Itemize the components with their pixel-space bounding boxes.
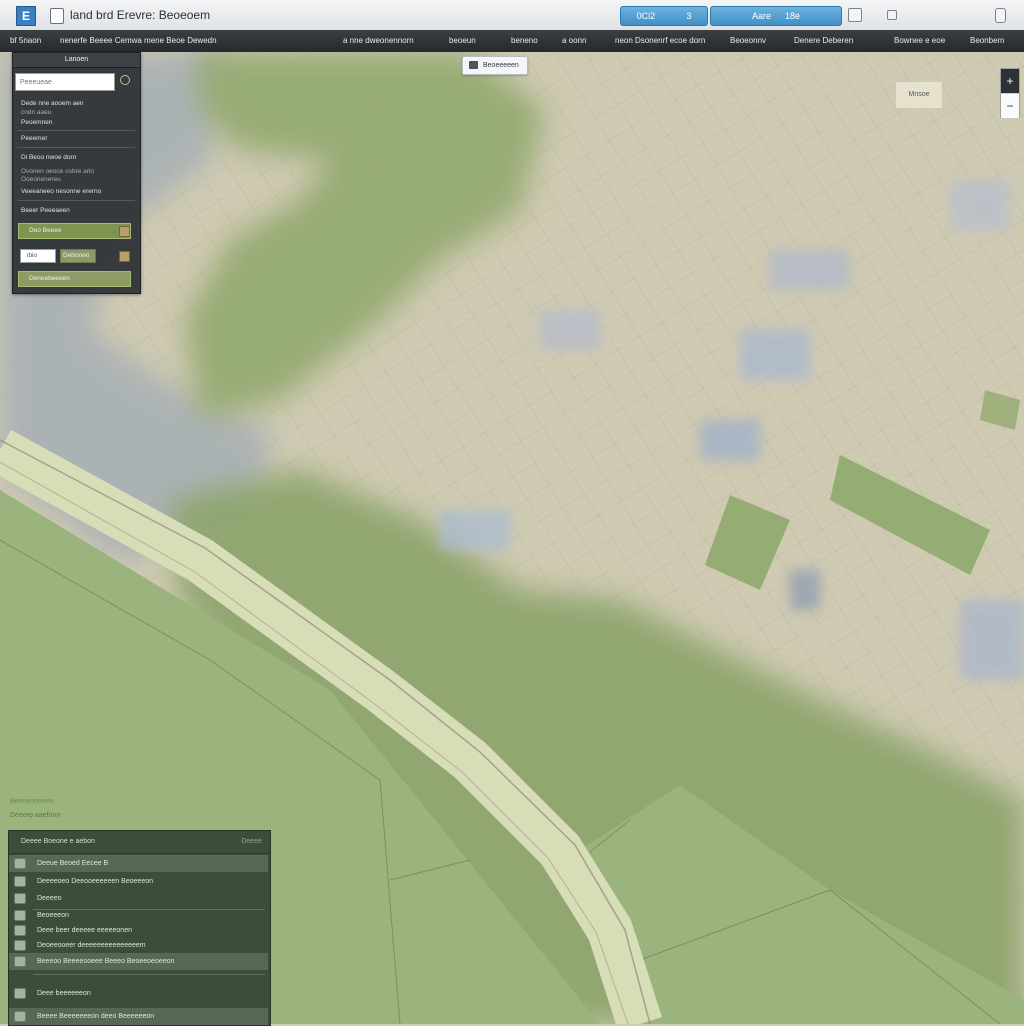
menu-item-10[interactable]: Bownee e eoe (894, 30, 945, 52)
map-info-chip-label: Beoeeeeen (483, 62, 519, 69)
toolbar-button-secondary[interactable]: Aare 18e (710, 6, 842, 26)
zoom-control: + − (1000, 68, 1020, 118)
result-row-label: Deeeeo (37, 895, 62, 902)
opacity-input[interactable]: ibio (20, 249, 56, 263)
layer-panel-title: Lanoen (13, 53, 140, 68)
toolbar-button-primary-count: 3 (686, 11, 692, 21)
layer-row[interactable]: Veeeaneeo nesonne ererno (21, 188, 101, 195)
menu-item-3[interactable]: a nne dweonennorn (343, 30, 414, 52)
layer-search-input[interactable] (15, 73, 115, 91)
divider (17, 200, 135, 201)
layer-row[interactable]: cndn aaeu (21, 109, 51, 116)
menu-item-1[interactable]: bf 5naon (10, 30, 41, 52)
result-row-label: Deeeeoeo Deeooeeeeeen Beoeeeon (37, 878, 153, 885)
layer-tag[interactable]: Deboneo (60, 249, 96, 263)
layer-row[interactable]: Dede nne aooem aen (21, 100, 84, 107)
menu-item-11[interactable]: Beonbem (970, 30, 1004, 52)
page-icon[interactable] (887, 10, 897, 20)
grid-icon[interactable] (848, 8, 862, 22)
place-icon (14, 925, 26, 936)
results-panel-title: Deeee Boeone e aebon (21, 838, 95, 845)
result-row[interactable]: Deoeeooeer deeeeeeeeeeeeeeem (9, 937, 268, 954)
layer-toggle-active[interactable]: Deo Beeee (18, 223, 131, 239)
zoom-out-button[interactable]: − (1001, 93, 1019, 118)
layers-icon (469, 61, 478, 69)
divider (33, 974, 265, 975)
layer-row[interactable]: Ovonen oeoce osbre arlo (21, 168, 94, 175)
place-icon (14, 858, 26, 869)
result-row[interactable]: Deeeeo (9, 890, 268, 907)
menu-item-7[interactable]: neon Dsonenrf ecoe dorn (615, 30, 705, 52)
toolbar-button-primary-label: 0Ci2 (636, 11, 656, 21)
layer-row[interactable]: Peeemer (21, 135, 47, 142)
menu-item-9[interactable]: Denere Deberen (794, 30, 853, 52)
toolbar-button-secondary-value: 18e (784, 11, 801, 21)
map-info-chip[interactable]: Beoeeeeen (462, 56, 528, 75)
result-row[interactable]: Deeeeoeo Deeooeeeeeen Beoeeeon (9, 873, 268, 890)
result-row[interactable]: Beeee Beeeeeeeon deeo Beeeeeeon (9, 1008, 268, 1025)
layer-row[interactable]: Di Beoo nwoe dorn (21, 154, 76, 161)
place-icon (14, 956, 26, 967)
menu-item-8[interactable]: Beoeonnv (730, 30, 766, 52)
menu-item-4[interactable]: beoeun (449, 30, 476, 52)
place-icon (14, 876, 26, 887)
apply-button[interactable]: Deneebeeeen (18, 271, 131, 287)
scale-caption: Beeneoeoeeu (10, 798, 54, 805)
menu-item-5[interactable]: beneno (511, 30, 538, 52)
place-icon (14, 940, 26, 951)
result-row-label: Beeeoo Beeeeooeee Beeeo Beoeeoeoeeon (37, 958, 175, 965)
result-row-label: Deee beeeeeeon (37, 990, 91, 997)
result-row[interactable]: Deeue Beoed Eecee B (9, 855, 268, 872)
results-panel-action[interactable]: Deeee (241, 831, 262, 853)
toolbar-button-primary[interactable]: 0Ci2 3 (620, 6, 708, 26)
legend-swatch-icon (119, 251, 130, 262)
result-row-label: Beeee Beeeeeeeon deeo Beeeeeeon (37, 1013, 155, 1020)
zoom-in-button[interactable]: + (1001, 69, 1019, 93)
legend-swatch-icon (119, 226, 130, 237)
app-title: land brd Erevre: Beoeoem (70, 8, 211, 22)
divider (17, 130, 135, 131)
phone-icon[interactable] (995, 8, 1006, 23)
result-row-label: Deeue Beoed Eecee B (37, 860, 109, 867)
place-icon (14, 1011, 26, 1022)
place-icon (14, 988, 26, 999)
layer-row[interactable]: Beeer Peeeaeen (21, 207, 70, 214)
menu-item-2[interactable]: nenerfe Beeee Cemwa mene Beoe Dewedn (60, 30, 217, 52)
layer-row[interactable]: Peoemnen (21, 119, 52, 126)
app-logo-icon[interactable]: E (16, 6, 36, 26)
document-icon[interactable] (50, 8, 64, 24)
place-icon (14, 910, 26, 921)
menu-bar: bf 5naon nenerfe Beeee Cemwa mene Beoe D… (0, 30, 1024, 52)
result-row[interactable]: Deee beeeeeeon (9, 985, 268, 1002)
results-panel-header: Deeee Boeone e aebon Deeee (9, 831, 270, 854)
layer-row[interactable]: Ooeonenereu (21, 176, 61, 183)
search-icon[interactable] (120, 75, 130, 85)
toolbar-button-secondary-label: Aare (751, 11, 771, 21)
scale-caption: Deeerp aaefoon (10, 812, 61, 819)
results-panel: Deeee Boeone e aebon Deeee Deeue Beoed E… (8, 830, 271, 1026)
menu-item-6[interactable]: a oonn (562, 30, 586, 52)
result-row-label: Deoeeooeer deeeeeeeeeeeeeeem (37, 942, 146, 949)
layer-panel: Lanoen Dede nne aooem aen cndn aaeu Peoe… (12, 52, 141, 294)
result-row[interactable]: Beeeoo Beeeeooeee Beeeo Beoeeoeoeeon (9, 953, 268, 970)
place-icon (14, 893, 26, 904)
divider (17, 147, 135, 148)
title-bar: E land brd Erevre: Beoeoem 0Ci2 3 Aare 1… (0, 0, 1024, 31)
map-overlay-label: Mnsoe (896, 82, 942, 108)
